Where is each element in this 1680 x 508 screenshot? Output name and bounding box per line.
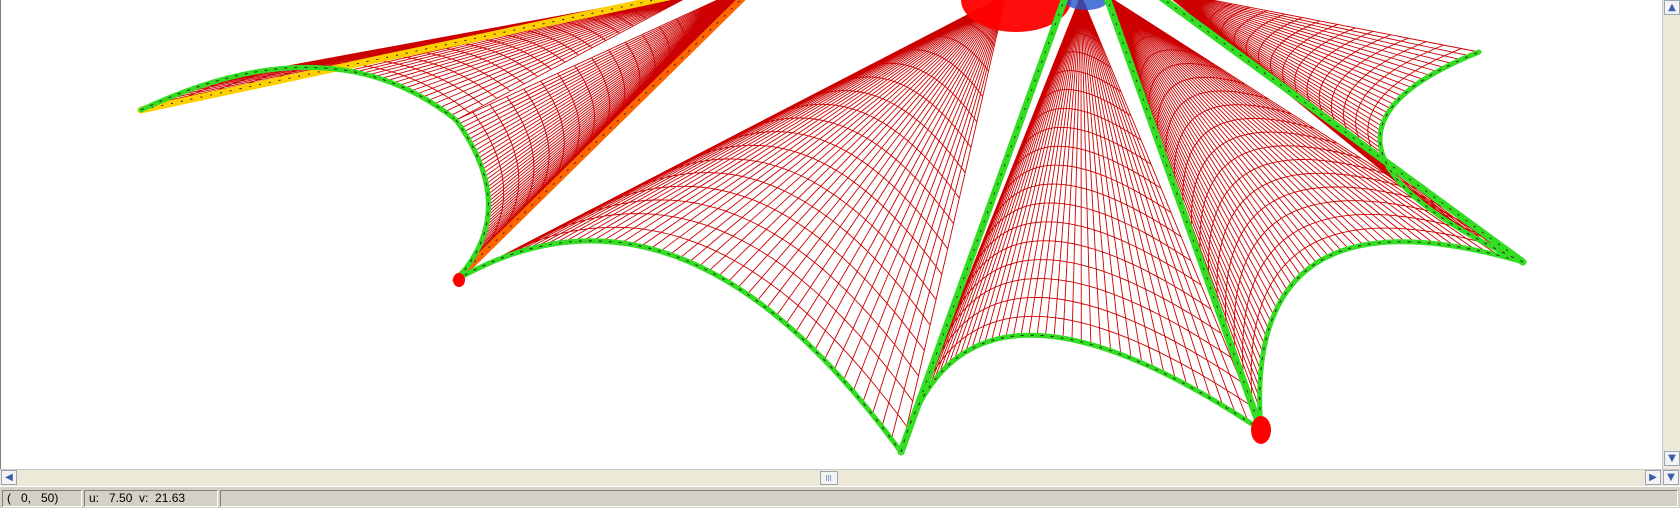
- anchor-point-1: [453, 273, 465, 287]
- grid-index-pane: ( 0, 50): [2, 490, 82, 507]
- triangle-left-icon[interactable]: ◀: [1, 470, 17, 485]
- triangle-down-icon[interactable]: ▼: [1663, 470, 1679, 485]
- ridge-cable-3: [897, 0, 1068, 456]
- triangle-up-icon[interactable]: ▲: [1664, 0, 1680, 15]
- edge-cable-marks-5: [1259, 241, 1524, 431]
- tensile-membrane-model: [137, 0, 1527, 456]
- edge-cable-5: [1257, 239, 1526, 433]
- edge-cable-3: [453, 238, 904, 455]
- horizontal-scroll-thumb[interactable]: [820, 471, 838, 485]
- anchor-points: [453, 273, 1271, 444]
- anchor-point-2: [1251, 416, 1271, 444]
- mast-top-marker: [1064, 0, 1108, 10]
- edge-cable-marks-3: [455, 240, 902, 453]
- uv-coordinate-pane: u: 7.50 v: 21.63: [84, 490, 218, 507]
- horizontal-scrollbar[interactable]: ◀ ▶ ▼: [0, 469, 1680, 486]
- vertical-scrollbar[interactable]: ▲ ▼: [1662, 0, 1680, 469]
- triangle-right-icon[interactable]: ▶: [1645, 470, 1661, 485]
- ridge-cable-2: [452, 0, 746, 284]
- model-viewport[interactable]: [0, 0, 1662, 469]
- triangle-down-icon[interactable]: ▼: [1664, 451, 1680, 466]
- edge-cable-4: [898, 332, 1264, 455]
- message-pane: [220, 490, 1678, 507]
- status-bar: ( 0, 50) u: 7.50 v: 21.63: [0, 486, 1680, 508]
